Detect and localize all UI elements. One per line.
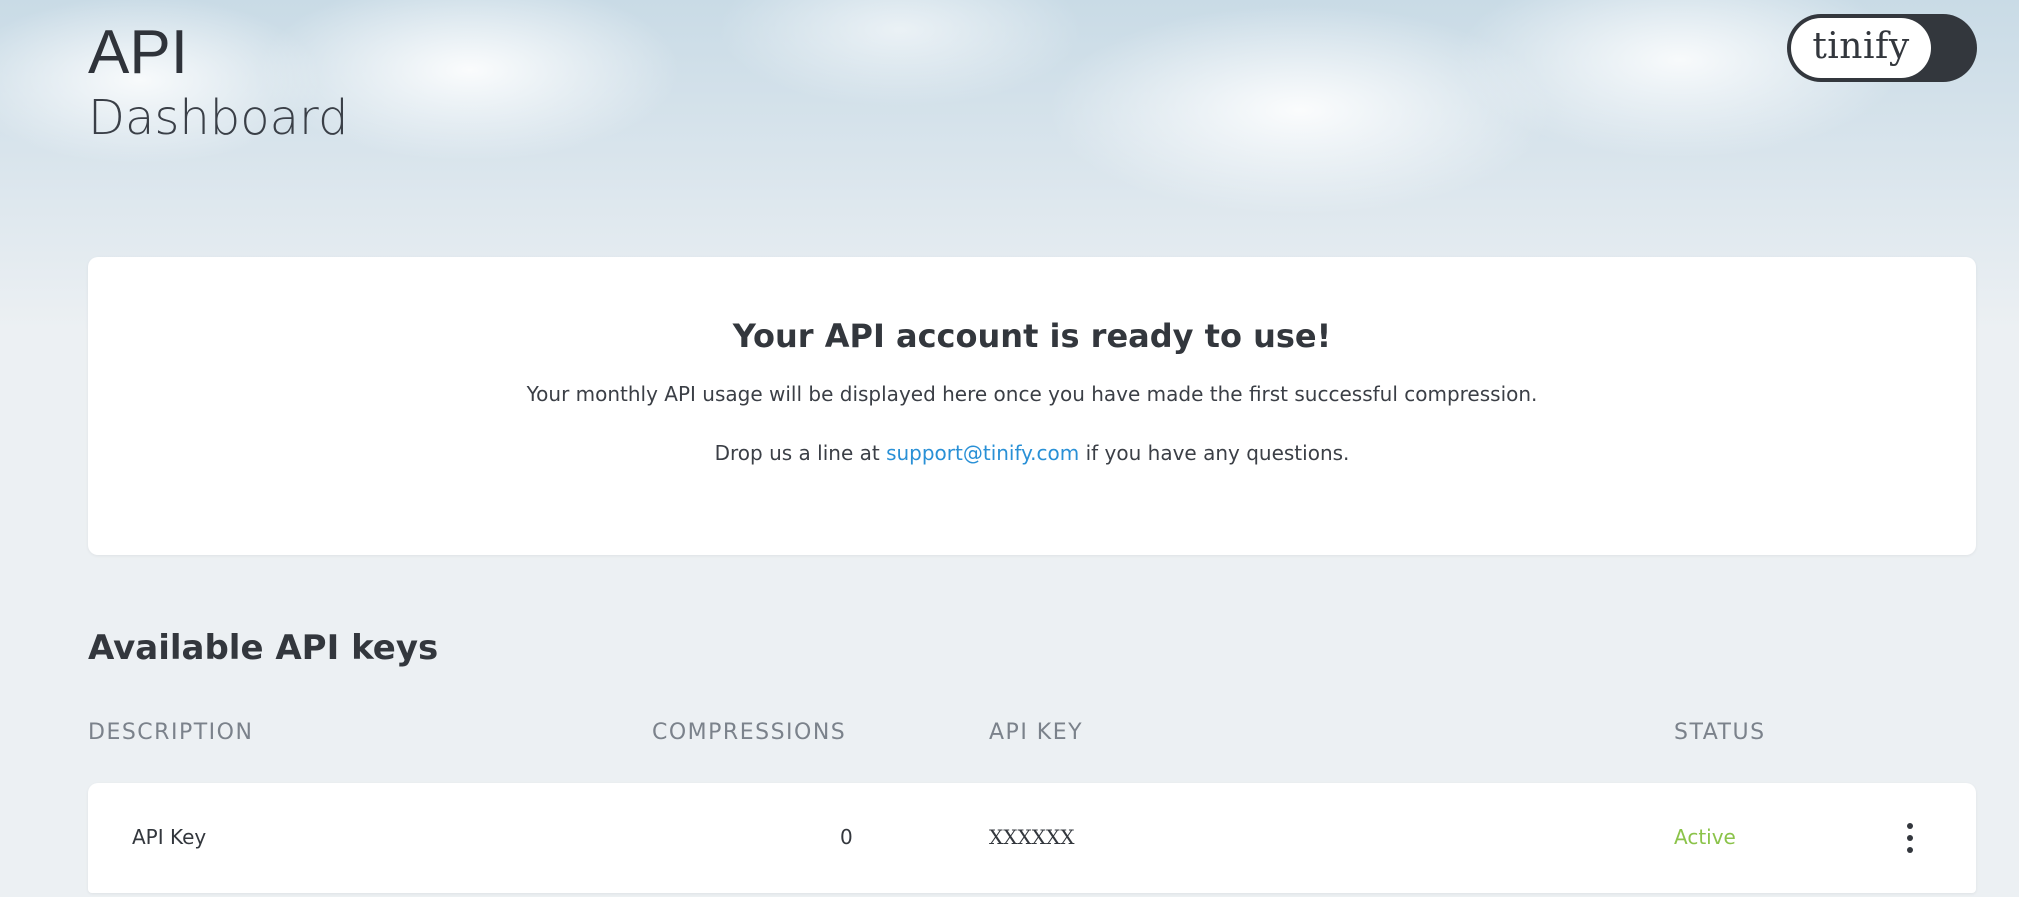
row-api-key[interactable]: XXXXXX xyxy=(989,825,1074,849)
tinify-logo[interactable]: tinify xyxy=(1787,14,1977,82)
column-header-compressions: COMPRESSIONS xyxy=(652,720,847,745)
page-header: API Dashboard xyxy=(88,14,348,148)
row-description: API Key xyxy=(132,825,207,849)
usage-text: Your monthly API usage will be displayed… xyxy=(526,382,1538,406)
row-status: Active xyxy=(1674,825,1736,849)
contact-suffix: if you have any questions. xyxy=(1079,441,1350,465)
kebab-dot xyxy=(1907,847,1913,853)
page-title: API xyxy=(88,18,188,87)
more-options-icon[interactable] xyxy=(1900,823,1920,853)
kebab-dot xyxy=(1907,835,1913,841)
row-compressions: 0 xyxy=(840,825,853,849)
logo-text: tinify xyxy=(1812,25,1910,67)
column-header-status: STATUS xyxy=(1674,720,1766,745)
table-row: API Key 0 XXXXXX Active xyxy=(88,783,1976,893)
account-ready-card: Your API account is ready to use! Your m… xyxy=(88,257,1976,555)
card-heading: Your API account is ready to use! xyxy=(732,317,1332,355)
contact-prefix: Drop us a line at xyxy=(714,441,887,465)
page-subtitle: Dashboard xyxy=(88,90,349,146)
contact-text: Drop us a line at support@tinify.com if … xyxy=(88,441,1976,465)
kebab-dot xyxy=(1907,823,1913,829)
column-header-description: DESCRIPTION xyxy=(88,720,254,745)
support-email-link[interactable]: support@tinify.com xyxy=(886,441,1079,465)
section-title-api-keys: Available API keys xyxy=(88,628,439,668)
logo-badge: tinify xyxy=(1791,18,1931,78)
column-header-api-key: API KEY xyxy=(989,720,1084,745)
